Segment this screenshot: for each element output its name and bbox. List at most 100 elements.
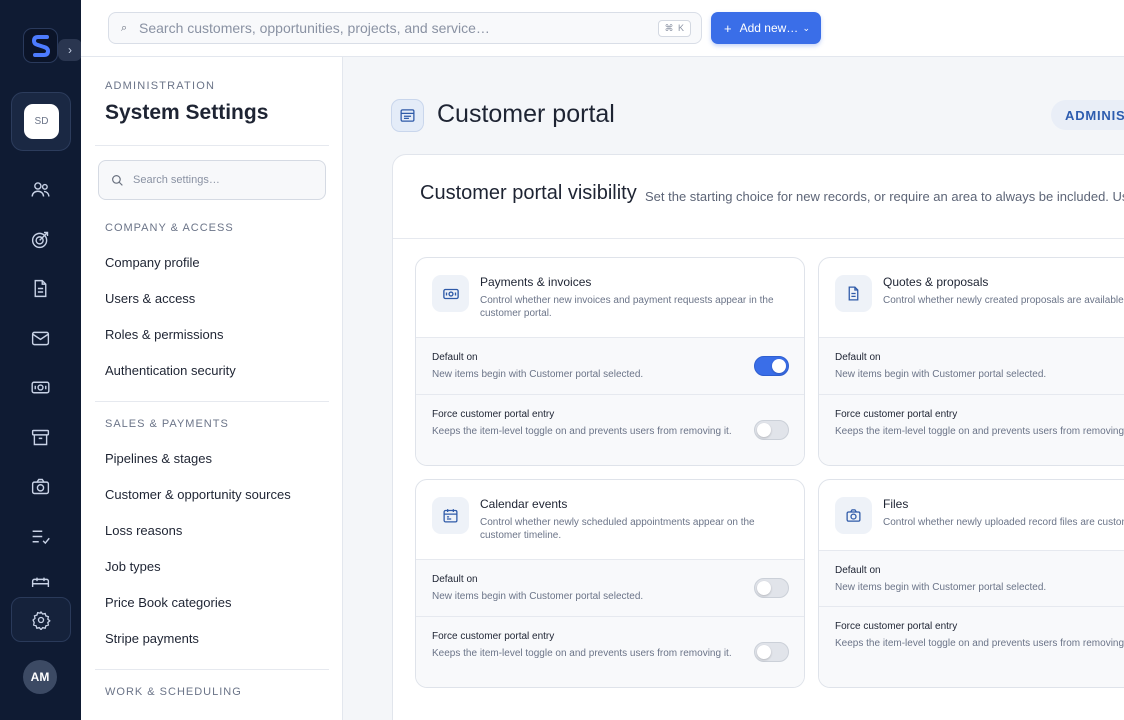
add-new-button[interactable]: + Add new… ⌄ [711, 12, 821, 44]
row-title: Force customer portal entry [432, 409, 555, 420]
chevron-right-icon: › [68, 43, 72, 57]
money-icon[interactable] [30, 377, 51, 398]
default-on-row: Default on New items begin with Customer… [416, 337, 804, 394]
add-new-label: Add new… [739, 21, 799, 35]
calendar-icon [432, 497, 469, 534]
row-description: Keeps the item-level toggle on and preve… [835, 426, 1124, 437]
settings-item[interactable]: Stripe payments [105, 631, 199, 646]
toggle-knob [772, 359, 786, 373]
row-title: Force customer portal entry [432, 631, 555, 642]
row-description: New items begin with Customer portal sel… [432, 369, 644, 380]
default-on-toggle[interactable] [754, 356, 789, 376]
default-on-row: Default on New items begin with Customer… [416, 559, 804, 616]
divider [95, 669, 329, 670]
force-entry-row: Force customer portal entry Keeps the it… [416, 394, 804, 465]
portal-card-payments: Payments & invoices Control whether new … [415, 257, 805, 466]
plus-icon: + [724, 20, 732, 36]
force-entry-toggle[interactable] [754, 420, 789, 440]
portal-card-files: Files Control whether newly uploaded rec… [818, 479, 1124, 688]
settings-item[interactable]: Job types [105, 559, 161, 574]
top-bar: ⌕ Search customers, opportunities, proje… [81, 0, 1124, 57]
user-avatar[interactable]: AM [23, 660, 57, 694]
camera-icon[interactable] [30, 476, 51, 497]
card-description: Control whether newly scheduled appointm… [480, 517, 755, 541]
workspace-avatar: SD [24, 104, 59, 139]
settings-search-input[interactable]: Search settings… [98, 160, 326, 200]
settings-title: System Settings [105, 101, 269, 124]
card-title: Payments & invoices [480, 275, 592, 289]
main-content: Customer portal ADMINIST Customer portal… [343, 57, 1124, 720]
row-description: Keeps the item-level toggle on and preve… [432, 648, 732, 659]
portal-icon [391, 99, 424, 132]
force-entry-row: Force customer portal entry Keeps the it… [819, 606, 1124, 687]
default-on-row: Default on New items begin with Customer… [819, 550, 1124, 606]
settings-item[interactable]: Pipelines & stages [105, 451, 212, 466]
section-heading: WORK & SCHEDULING [105, 686, 242, 698]
settings-eyebrow: ADMINISTRATION [105, 80, 216, 92]
row-description: New items begin with Customer portal sel… [432, 591, 644, 602]
mail-icon[interactable] [30, 328, 51, 349]
row-description: New items begin with Customer portal sel… [835, 369, 1047, 380]
section-heading: SALES & PAYMENTS [105, 418, 229, 430]
portal-card-quotes: Quotes & proposals Control whether newly… [818, 257, 1124, 466]
people-icon[interactable] [30, 179, 51, 200]
expand-sidebar-button[interactable]: › [58, 39, 82, 61]
search-placeholder: Search customers, opportunities, project… [139, 20, 490, 36]
settings-item[interactable]: Authentication security [105, 363, 236, 378]
archive-icon[interactable] [30, 427, 51, 448]
panel-description: Set the starting choice for new records,… [645, 189, 1124, 204]
camera-icon [835, 497, 872, 534]
settings-item[interactable]: Customer & opportunity sources [105, 487, 291, 502]
toggle-knob [757, 423, 771, 437]
card-title: Quotes & proposals [883, 275, 989, 289]
panel-header: Customer portal visibility Set the start… [393, 155, 1124, 239]
row-description: Keeps the item-level toggle on and preve… [432, 426, 732, 437]
row-title: Force customer portal entry [835, 409, 958, 420]
role-badge: ADMINIST [1051, 100, 1124, 130]
row-title: Default on [835, 352, 881, 363]
search-icon [112, 174, 123, 186]
panel-title: Customer portal visibility [420, 182, 637, 204]
checklist-icon[interactable] [30, 526, 51, 547]
card-title: Calendar events [480, 497, 568, 511]
row-title: Force customer portal entry [835, 621, 958, 632]
gear-icon [32, 610, 51, 630]
global-search-input[interactable]: ⌕ Search customers, opportunities, proje… [108, 12, 702, 44]
row-description: Keeps the item-level toggle on and preve… [835, 638, 1124, 649]
default-on-row: Default on New items begin with Customer… [819, 337, 1124, 394]
card-title: Files [883, 497, 909, 511]
divider [95, 401, 329, 402]
chevron-down-icon: ⌄ [802, 22, 810, 33]
card-description: Control whether newly uploaded record fi… [883, 517, 1124, 528]
proposal-icon [835, 275, 872, 312]
search-icon: ⌕ [121, 21, 128, 34]
card-description: Control whether new invoices and payment… [480, 295, 774, 319]
force-entry-toggle[interactable] [754, 642, 789, 662]
page-title: Customer portal [437, 100, 615, 128]
visibility-panel: Customer portal visibility Set the start… [392, 154, 1124, 720]
section-heading: COMPANY & ACCESS [105, 222, 234, 234]
settings-button[interactable] [11, 597, 71, 642]
settings-item[interactable]: Users & access [105, 291, 195, 306]
force-entry-row: Force customer portal entry Keeps the it… [416, 616, 804, 687]
card-description: Control whether newly created proposals … [883, 295, 1124, 306]
default-on-toggle[interactable] [754, 578, 789, 598]
row-description: New items begin with Customer portal sel… [835, 582, 1047, 593]
app-rail: › SD AM [0, 0, 82, 720]
invoice-icon [432, 275, 469, 312]
app-logo[interactable] [23, 28, 58, 63]
target-icon[interactable] [30, 229, 51, 250]
workspace-switcher[interactable]: SD [11, 92, 71, 151]
row-title: Default on [432, 352, 478, 363]
force-entry-row: Force customer portal entry Keeps the it… [819, 394, 1124, 465]
settings-item[interactable]: Company profile [105, 255, 200, 270]
settings-item[interactable]: Price Book categories [105, 595, 231, 610]
calendar-icon[interactable] [30, 575, 51, 587]
settings-item[interactable]: Roles & permissions [105, 327, 224, 342]
portal-card-calendar: Calendar events Control whether newly sc… [415, 479, 805, 688]
toggle-knob [757, 645, 771, 659]
document-icon[interactable] [30, 278, 51, 299]
row-title: Default on [432, 574, 478, 585]
settings-item[interactable]: Loss reasons [105, 523, 182, 538]
logo-icon [31, 34, 50, 57]
